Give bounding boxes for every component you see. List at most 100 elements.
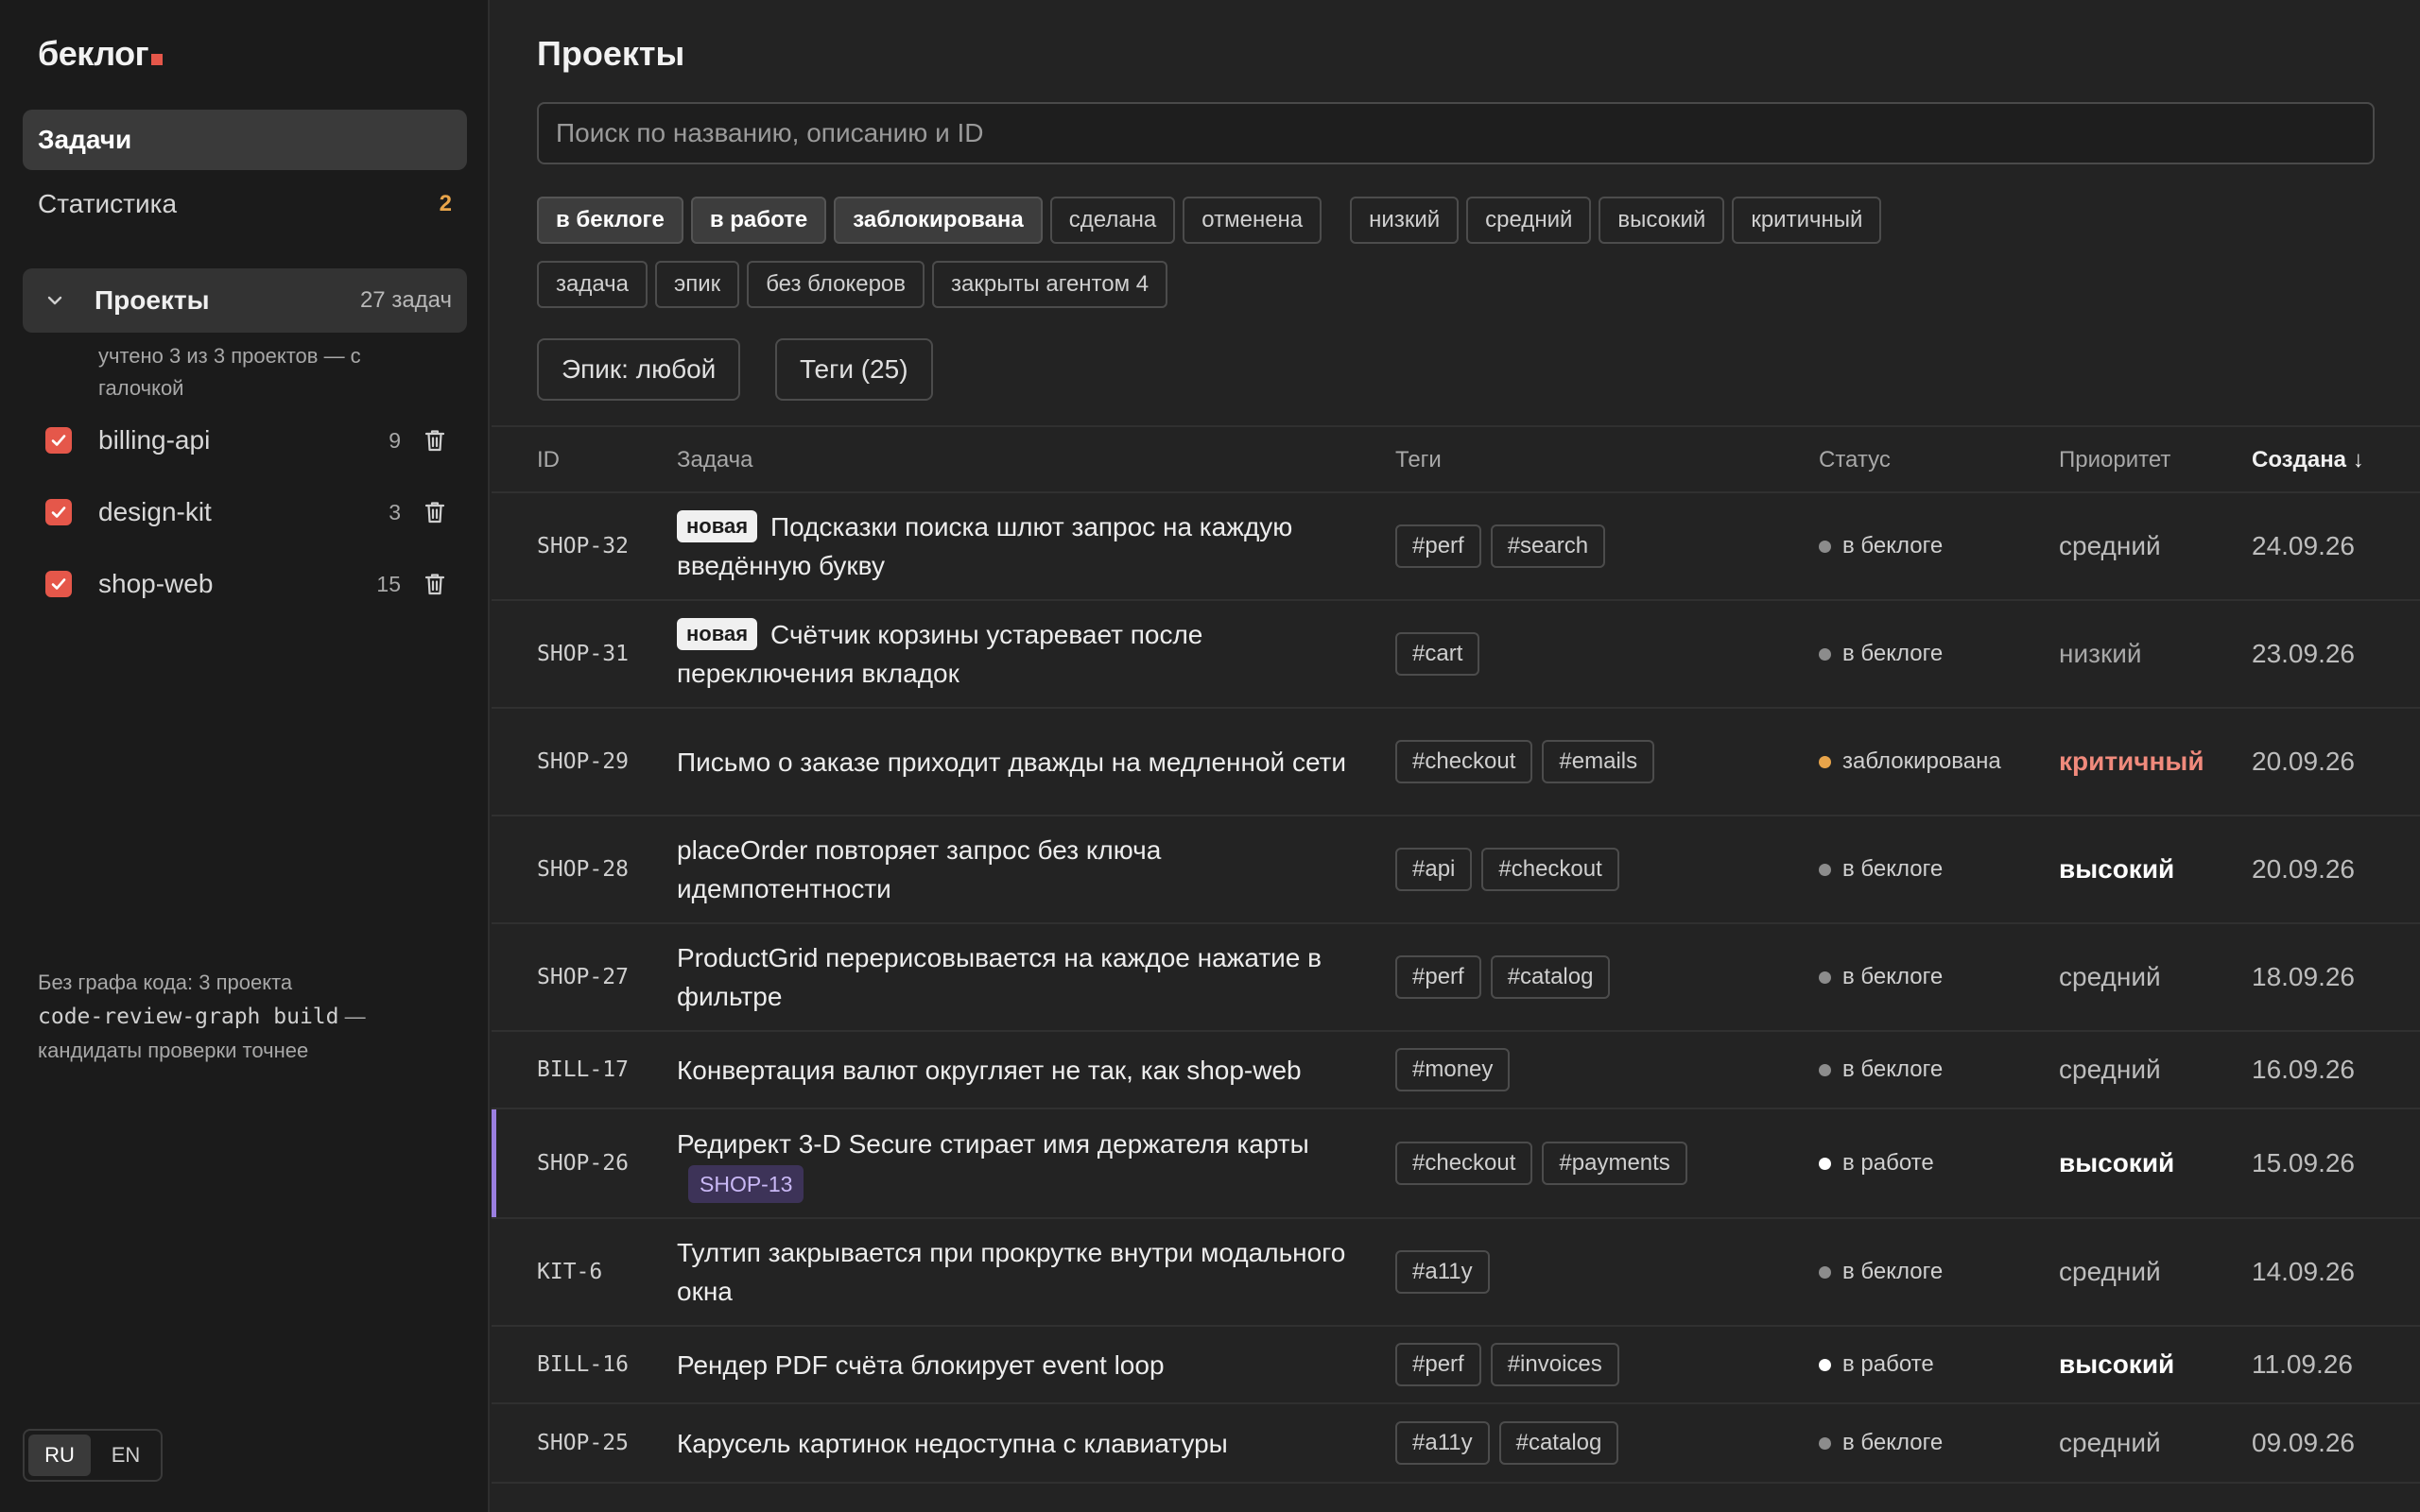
app-logo[interactable]: беклог — [38, 34, 164, 74]
col-header-created-sorted[interactable]: Создана ↓ — [2252, 427, 2364, 493]
task-status[interactable]: в работе — [1819, 1327, 1934, 1402]
table-row[interactable]: BILL-17 Конвертация валют округляет не та… — [492, 1032, 2420, 1109]
task-priority[interactable]: средний — [2059, 1032, 2161, 1108]
chip-type-task[interactable]: задача — [537, 261, 648, 308]
task-title[interactable]: Редирект 3-D Secure стирает имя держател… — [677, 1129, 1309, 1159]
chip-no-blockers[interactable]: без блокеров — [747, 261, 925, 308]
task-cell[interactable]: новая Счётчик корзины устаревает после пе… — [677, 601, 1357, 707]
chip-type-epic[interactable]: эпик — [655, 261, 740, 308]
table-row[interactable]: SHOP-26 Редирект 3-D Secure стирает имя д… — [492, 1109, 2420, 1219]
task-status[interactable]: заблокирована — [1819, 709, 2001, 815]
project-name[interactable]: billing-api — [98, 425, 363, 455]
task-status[interactable]: в беклоге — [1819, 1219, 1943, 1325]
task-id[interactable]: BILL-17 — [537, 1032, 629, 1108]
parent-epic-badge[interactable]: SHOP-13 — [688, 1164, 804, 1203]
col-header-priority[interactable]: Приоритет — [2059, 427, 2170, 493]
task-id[interactable]: SHOP-28 — [537, 816, 629, 922]
task-cell[interactable]: Редирект 3-D Secure стирает имя держател… — [677, 1109, 1357, 1217]
chip-status-in-progress[interactable]: в работе — [690, 197, 827, 244]
task-priority[interactable]: высокий — [2059, 816, 2174, 922]
task-status[interactable]: в беклоге — [1819, 924, 1943, 1030]
task-priority[interactable]: высокий — [2059, 1327, 2174, 1402]
task-id[interactable]: KIT-6 — [537, 1219, 602, 1325]
tag-chip[interactable]: #checkout — [1395, 740, 1533, 783]
task-title[interactable]: Конвертация валют округляет не так, как … — [677, 1056, 1302, 1085]
task-status[interactable]: в беклоге — [1819, 1404, 1943, 1482]
task-priority[interactable]: высокий — [2059, 1109, 2174, 1217]
chip-priority-medium[interactable]: средний — [1466, 197, 1592, 244]
tag-chip[interactable]: #cart — [1395, 632, 1480, 676]
project-checkbox[interactable] — [45, 571, 72, 597]
task-id[interactable]: SHOP-32 — [537, 493, 629, 599]
nav-item-tasks[interactable]: Задачи — [23, 110, 467, 170]
task-id[interactable]: SHOP-31 — [537, 601, 629, 707]
task-title[interactable]: placeOrder повторяет запрос без ключа ид… — [677, 835, 1161, 903]
chip-priority-critical[interactable]: критичный — [1732, 197, 1882, 244]
task-priority[interactable]: низкий — [2059, 601, 2141, 707]
task-status[interactable]: в беклоге — [1819, 816, 1943, 922]
chip-priority-high[interactable]: высокий — [1599, 197, 1725, 244]
task-cell[interactable]: Конвертация валют округляет не так, как … — [677, 1032, 1357, 1108]
tag-chip[interactable]: #checkout — [1395, 1142, 1533, 1185]
table-row[interactable]: SHOP-25 Карусель картинок недоступна с кл… — [492, 1404, 2420, 1484]
task-cell[interactable]: Письмо о заказе приходит дважды на медле… — [677, 709, 1357, 815]
tag-chip[interactable]: #api — [1395, 848, 1473, 891]
task-title[interactable]: Карусель картинок недоступна с клавиатур… — [677, 1429, 1228, 1458]
table-row[interactable]: SHOP-28 placeOrder повторяет запрос без к… — [492, 816, 2420, 924]
tag-chip[interactable]: #perf — [1395, 955, 1481, 999]
tag-chip[interactable]: #invoices — [1490, 1343, 1619, 1386]
table-row[interactable]: SHOP-32 новая Подсказки поиска шлют запрос… — [492, 493, 2420, 601]
tag-chip[interactable]: #search — [1490, 524, 1606, 568]
table-row[interactable]: SHOP-29 Письмо о заказе приходит дважды н… — [492, 709, 2420, 816]
task-title[interactable]: Рендер PDF счёта блокирует event loop — [677, 1350, 1165, 1380]
tag-chip[interactable]: #perf — [1395, 1343, 1481, 1386]
tag-chip[interactable]: #emails — [1542, 740, 1655, 783]
tag-chip[interactable]: #perf — [1395, 524, 1481, 568]
project-checkbox[interactable] — [45, 427, 72, 454]
lang-en-button[interactable]: EN — [95, 1435, 157, 1476]
task-id[interactable]: SHOP-26 — [537, 1109, 629, 1217]
task-id[interactable]: BILL-16 — [537, 1327, 629, 1402]
task-cell[interactable]: Тултип закрывается при прокрутке внутри … — [677, 1219, 1357, 1325]
col-header-id[interactable]: ID — [537, 427, 560, 493]
chip-status-done[interactable]: сделана — [1049, 197, 1176, 244]
chip-status-cancelled[interactable]: отменена — [1183, 197, 1322, 244]
table-row[interactable]: SHOP-27 ProductGrid перерисовывается на к… — [492, 924, 2420, 1032]
task-title[interactable]: Тултип закрывается при прокрутке внутри … — [677, 1238, 1345, 1306]
trash-icon[interactable] — [418, 567, 452, 601]
task-status[interactable]: в работе — [1819, 1109, 1934, 1217]
tag-chip[interactable]: #catalog — [1490, 955, 1611, 999]
table-row[interactable]: KIT-6 Тултип закрывается при прокрутке вн… — [492, 1219, 2420, 1327]
project-checkbox[interactable] — [45, 499, 72, 525]
task-priority[interactable]: средний — [2059, 924, 2161, 1030]
task-status[interactable]: в беклоге — [1819, 601, 1943, 707]
task-title[interactable]: ProductGrid перерисовывается на каждое н… — [677, 943, 1322, 1011]
chip-priority-low[interactable]: низкий — [1350, 197, 1460, 244]
chip-status-blocked[interactable]: заблокирована — [834, 197, 1043, 244]
tag-chip[interactable]: #a11y — [1395, 1421, 1490, 1465]
task-cell[interactable]: ProductGrid перерисовывается на каждое н… — [677, 924, 1357, 1030]
tag-chip[interactable]: #payments — [1542, 1142, 1687, 1185]
task-priority[interactable]: средний — [2059, 493, 2161, 599]
col-header-status[interactable]: Статус — [1819, 427, 1891, 493]
tags-filter-button[interactable]: Теги (25) — [775, 338, 933, 401]
trash-icon[interactable] — [418, 423, 452, 457]
task-cell[interactable]: новая Подсказки поиска шлют запрос на каж… — [677, 493, 1357, 599]
tag-chip[interactable]: #a11y — [1395, 1250, 1490, 1294]
chip-closed-by-agent[interactable]: закрыты агентом 4 — [932, 261, 1168, 308]
table-row[interactable]: SHOP-31 новая Счётчик корзины устаревает п… — [492, 601, 2420, 709]
task-id[interactable]: SHOP-27 — [537, 924, 629, 1030]
trash-icon[interactable] — [418, 495, 452, 529]
task-status[interactable]: в беклоге — [1819, 1032, 1943, 1108]
lang-ru-button[interactable]: RU — [28, 1435, 91, 1476]
tag-chip[interactable]: #money — [1395, 1048, 1511, 1091]
task-priority[interactable]: критичный — [2059, 709, 2204, 815]
task-id[interactable]: SHOP-29 — [537, 709, 629, 815]
projects-section-toggle[interactable]: Проекты 27 задач — [23, 268, 467, 333]
tag-chip[interactable]: #catalog — [1498, 1421, 1619, 1465]
task-priority[interactable]: средний — [2059, 1404, 2161, 1482]
task-title[interactable]: Письмо о заказе приходит дважды на медле… — [677, 747, 1346, 777]
task-priority[interactable]: средний — [2059, 1219, 2161, 1325]
project-name[interactable]: design-kit — [98, 497, 363, 527]
chip-status-backlog[interactable]: в беклоге — [537, 197, 683, 244]
